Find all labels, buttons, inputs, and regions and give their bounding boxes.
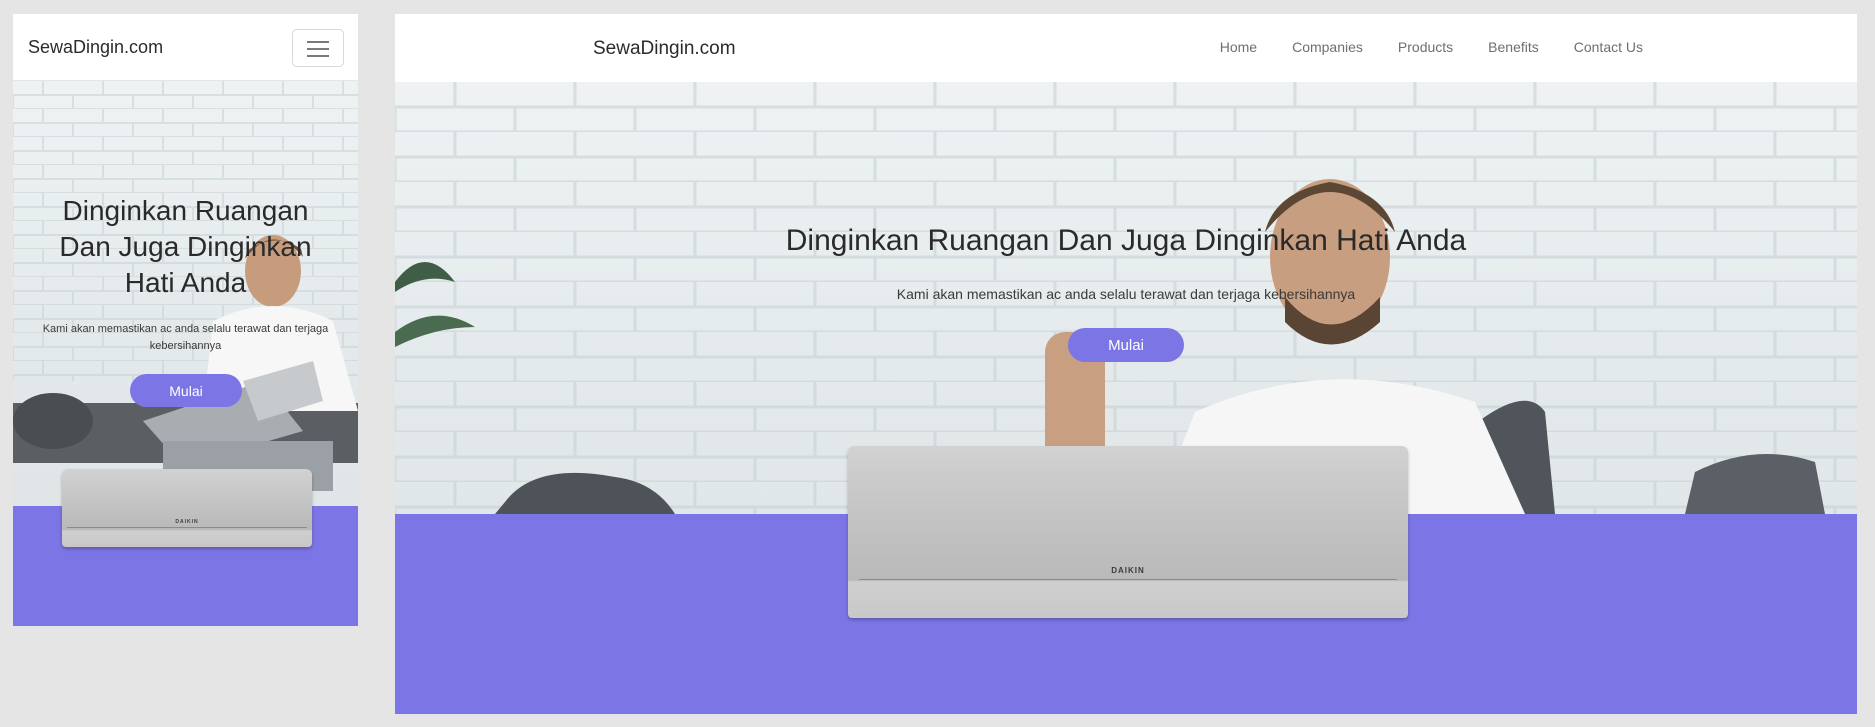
nav-item-benefits[interactable]: Benefits (1488, 39, 1539, 55)
nav-item-companies[interactable]: Companies (1292, 39, 1363, 55)
air-conditioner-image: DAIKIN (848, 446, 1408, 618)
hero-section: Dinginkan Ruangan Dan Juga Dinginkan Hat… (13, 81, 358, 626)
main-nav: Home Companies Products Benefits Contact… (1220, 39, 1643, 55)
nav-item-home[interactable]: Home (1220, 39, 1257, 55)
mobile-navbar: SewaDingin.com (13, 14, 358, 81)
hero-title: Dinginkan Ruangan Dan Juga Dinginkan Hat… (785, 224, 1467, 257)
hamburger-icon-bar (307, 48, 329, 50)
hero-subtitle: Kami akan memastikan ac anda selalu tera… (896, 286, 1356, 302)
mulai-button[interactable]: Mulai (1068, 328, 1184, 362)
hero-section: Dinginkan Ruangan Dan Juga Dinginkan Hat… (395, 82, 1857, 714)
brand-logo[interactable]: SewaDingin.com (593, 38, 736, 60)
mulai-button[interactable]: Mulai (130, 374, 242, 407)
nav-item-products[interactable]: Products (1398, 39, 1453, 55)
hero-title: Dinginkan Ruangan Dan Juga Dinginkan Hat… (59, 195, 312, 298)
desktop-preview: SewaDingin.com Home Companies Products B… (395, 14, 1857, 714)
ac-vent-line (67, 527, 307, 528)
mobile-preview: SewaDingin.com Dinginkan Ruangan Dan Jug… (13, 14, 358, 626)
brand-logo[interactable]: SewaDingin.com (28, 37, 163, 58)
air-conditioner-image: DAIKIN (62, 469, 312, 547)
hamburger-icon-bar (307, 55, 329, 57)
hamburger-menu-button[interactable] (292, 29, 344, 67)
desktop-navbar: SewaDingin.com Home Companies Products B… (395, 14, 1857, 82)
ac-brand-logo: DAIKIN (175, 519, 199, 525)
hero-subtitle: Kami akan memastikan ac anda selalu tera… (42, 323, 329, 352)
hamburger-icon (307, 41, 329, 43)
ac-vent-line (859, 579, 1397, 580)
nav-item-contact-us[interactable]: Contact Us (1574, 39, 1643, 55)
ac-brand-logo: DAIKIN (1111, 566, 1145, 575)
